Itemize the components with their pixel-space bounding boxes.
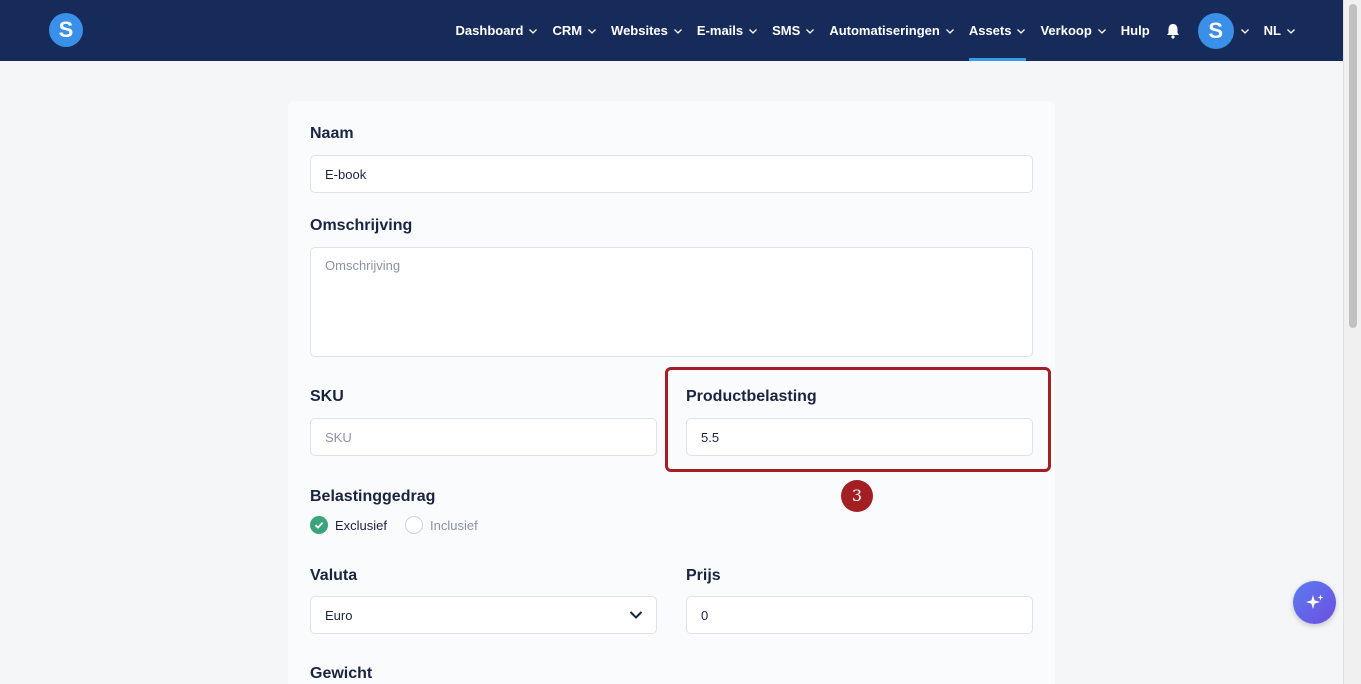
bell-icon[interactable]	[1164, 22, 1182, 40]
nav-crm[interactable]: CRM	[552, 0, 597, 61]
sku-input[interactable]: SKU	[310, 418, 657, 456]
nav-websites[interactable]: Websites	[611, 0, 683, 61]
check-icon	[314, 521, 324, 529]
language-label: NL	[1263, 23, 1281, 38]
page-scrollbar[interactable]	[1343, 0, 1361, 684]
chevron-down-icon	[587, 26, 597, 36]
highlight-box	[665, 367, 1051, 472]
gewicht-label: Gewicht	[310, 665, 373, 682]
radio-inclusief-label: Inclusief	[430, 517, 478, 533]
omschrijving-label: Omschrijving	[310, 217, 413, 234]
nav-dashboard-label: Dashboard	[455, 23, 524, 38]
chevron-down-icon	[673, 26, 683, 36]
nav-emails-label: E-mails	[696, 23, 744, 38]
chevron-down-icon	[805, 26, 815, 36]
prijs-input[interactable]: 0	[686, 596, 1033, 634]
chevron-down-icon	[1016, 26, 1026, 36]
ai-assistant-button[interactable]	[1293, 581, 1336, 624]
naam-label: Naam	[310, 125, 354, 142]
belastinggedrag-radio-group: Exclusief Inclusief	[310, 516, 478, 534]
prijs-label: Prijs	[686, 567, 721, 584]
naam-input[interactable]: E-book	[310, 155, 1033, 193]
chevron-down-icon[interactable]	[1240, 26, 1250, 36]
language-selector[interactable]: NL	[1264, 0, 1296, 61]
valuta-label: Valuta	[310, 567, 358, 584]
nav-assets[interactable]: Assets	[968, 0, 1027, 61]
nav-verkoop[interactable]: Verkoop	[1040, 0, 1106, 61]
chevron-down-icon	[1097, 26, 1107, 36]
nav-sms[interactable]: SMS	[772, 0, 815, 61]
nav-verkoop-label: Verkoop	[1040, 23, 1092, 38]
radio-exclusief-label: Exclusief	[335, 517, 388, 533]
valuta-selected-value: Euro	[325, 607, 353, 623]
belastinggedrag-label: Belastinggedrag	[310, 488, 436, 505]
radio-exclusief[interactable]	[310, 516, 328, 534]
chevron-down-icon	[528, 26, 538, 36]
sku-label: SKU	[310, 388, 344, 405]
app-logo[interactable]: S	[49, 13, 83, 47]
avatar[interactable]: S	[1197, 12, 1234, 49]
top-navigation-bar: S Dashboard CRM Websites E-mails SMS Aut…	[0, 0, 1343, 61]
chevron-down-icon	[748, 26, 758, 36]
nav-emails[interactable]: E-mails	[697, 0, 758, 61]
chevron-down-icon	[945, 26, 955, 36]
nav-automatiseringen[interactable]: Automatiseringen	[829, 0, 955, 61]
scrollbar-thumb[interactable]	[1349, 4, 1357, 328]
nav-assets-label: Assets	[968, 23, 1012, 38]
omschrijving-textarea[interactable]: Omschrijving	[310, 247, 1033, 357]
radio-inclusief[interactable]	[405, 516, 424, 534]
sparkle-icon	[1305, 594, 1323, 609]
nav-websites-label: Websites	[611, 23, 668, 38]
step-badge: 3	[841, 480, 873, 512]
valuta-select[interactable]: Euro	[310, 596, 657, 634]
nav-sms-label: SMS	[772, 23, 801, 38]
main-nav: Dashboard CRM Websites E-mails SMS Autom…	[442, 0, 1296, 61]
nav-hulp-label: Hulp	[1120, 23, 1150, 38]
nav-dashboard[interactable]: Dashboard	[456, 0, 539, 61]
nav-hulp[interactable]: Hulp	[1121, 0, 1150, 61]
nav-automatiseringen-label: Automatiseringen	[829, 23, 940, 38]
nav-crm-label: CRM	[552, 23, 583, 38]
chevron-down-icon	[628, 607, 644, 623]
chevron-down-icon	[1286, 26, 1296, 36]
